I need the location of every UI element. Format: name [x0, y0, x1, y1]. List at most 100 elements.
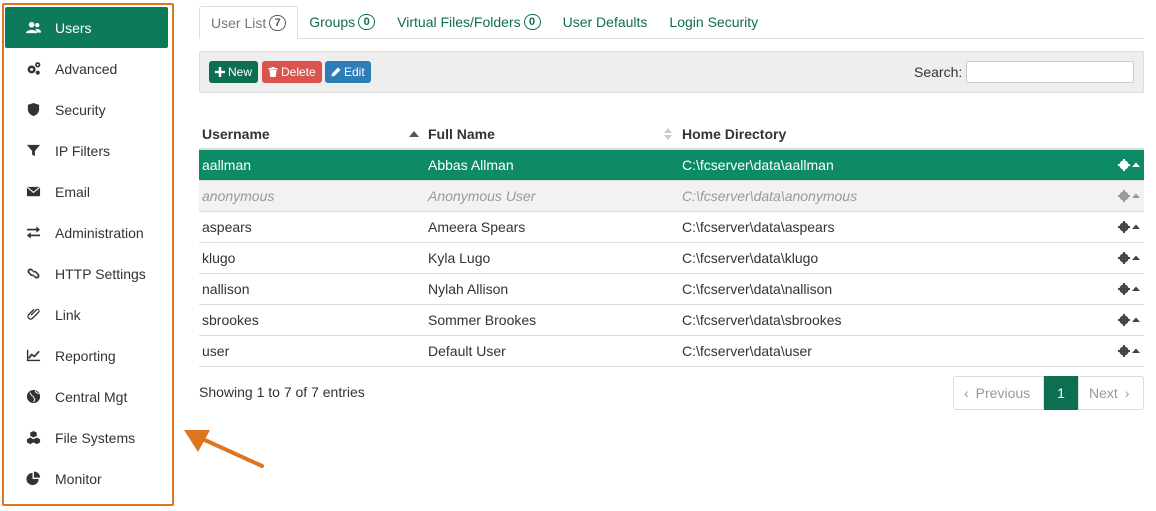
sidebar-item-email[interactable]: Email — [5, 171, 168, 212]
row-actions-menu[interactable] — [1099, 221, 1144, 233]
table-row[interactable]: aallman Abbas Allman C:\fcserver\data\aall… — [199, 150, 1144, 181]
gear-dropdown-icon — [1118, 252, 1140, 264]
column-header-username[interactable]: Username — [199, 119, 425, 148]
tab-user-defaults[interactable]: User Defaults — [552, 6, 659, 38]
next-label: Next — [1089, 385, 1118, 401]
previous-page-button[interactable]: ‹ Previous — [953, 376, 1044, 410]
column-header-label: Home Directory — [682, 125, 787, 142]
sidebar-item-label: Administration — [55, 224, 144, 241]
home-directory-cell: C:\fcserver\data\sbrookes — [682, 312, 842, 328]
link-chain-icon — [5, 266, 55, 281]
sidebar-item-central-mgt[interactable]: Central Mgt — [5, 376, 168, 417]
envelope-icon — [5, 184, 55, 199]
tab-virtual-files-folders[interactable]: Virtual Files/Folders 0 — [386, 6, 551, 38]
table-row[interactable]: user Default User C:\fcserver\data\user — [199, 336, 1144, 367]
sidebar-item-advanced[interactable]: Advanced — [5, 48, 168, 89]
pagination: ‹ Previous 1 Next › — [953, 376, 1144, 410]
plus-icon — [215, 67, 225, 77]
sidebar-item-http-settings[interactable]: HTTP Settings — [5, 253, 168, 294]
row-actions-menu[interactable] — [1099, 314, 1144, 326]
sidebar-item-monitor[interactable]: Monitor — [5, 458, 168, 499]
table-row[interactable]: sbrookes Sommer Brookes C:\fcserver\data\s… — [199, 305, 1144, 336]
search-input[interactable] — [966, 61, 1134, 83]
edit-button[interactable]: Edit — [325, 61, 371, 83]
gear-dropdown-icon — [1118, 221, 1140, 233]
home-directory-cell: C:\fcserver\data\aspears — [682, 219, 835, 235]
table-body: aallman Abbas Allman C:\fcserver\data\aall… — [199, 150, 1144, 367]
username-cell: user — [202, 343, 230, 359]
sidebar-item-administration[interactable]: Administration — [5, 212, 168, 253]
delete-button[interactable]: Delete — [262, 61, 322, 83]
home-directory-cell: C:\fcserver\data\aallman — [682, 157, 834, 173]
full-name-cell: Anonymous User — [428, 188, 536, 204]
tab-user-list[interactable]: User List 7 — [199, 6, 299, 39]
gear-dropdown-icon — [1118, 159, 1140, 171]
count-badge: 7 — [269, 14, 287, 31]
sidebar-item-link[interactable]: Link — [5, 294, 168, 335]
callout-arrow — [184, 430, 264, 468]
sidebar-item-label: Advanced — [55, 60, 118, 77]
tab-bar: User List 7 Groups 0 Virtual Files/Folde… — [199, 6, 1144, 39]
tab-login-security[interactable]: Login Security — [658, 6, 769, 38]
full-name-cell: Abbas Allman — [428, 157, 514, 173]
home-directory-cell: C:\fcserver\data\nallison — [682, 281, 833, 297]
gear-dropdown-icon — [1118, 345, 1140, 357]
home-directory-cell: C:\fcserver\data\anonymous — [682, 188, 858, 204]
edit-button-label: Edit — [344, 65, 365, 79]
table-info: Showing 1 to 7 of 7 entries — [199, 384, 365, 400]
new-button[interactable]: New — [209, 61, 259, 83]
next-page-button[interactable]: Next › — [1078, 376, 1144, 410]
tab-label: Login Security — [669, 14, 759, 30]
toolbar: New Delete Edit Search: — [199, 51, 1144, 93]
paperclip-icon — [5, 307, 55, 322]
sidebar-item-label: Email — [55, 183, 91, 200]
globe-icon — [5, 389, 55, 404]
column-header-label: Username — [202, 125, 270, 142]
username-cell: klugo — [202, 250, 236, 266]
line-chart-icon — [5, 348, 55, 363]
previous-label: Previous — [975, 385, 1031, 401]
sidebar: Users Advanced Security IP Filters Email Admi… — [5, 7, 168, 499]
row-actions-menu[interactable] — [1099, 252, 1144, 264]
page-number-button[interactable]: 1 — [1044, 376, 1078, 410]
chevron-right-icon: › — [1124, 385, 1130, 401]
table-row[interactable]: anonymous Anonymous User C:\fcserver\data\… — [199, 181, 1144, 212]
row-actions-menu[interactable] — [1099, 159, 1144, 171]
shield-icon — [5, 102, 55, 117]
tab-label: User List — [211, 14, 267, 31]
sort-ascending-icon — [409, 131, 419, 137]
column-header-home-directory[interactable]: Home Directory — [679, 119, 1099, 148]
table-row[interactable]: klugo Kyla Lugo C:\fcserver\data\klugo — [199, 243, 1144, 274]
sidebar-item-ip-filters[interactable]: IP Filters — [5, 130, 168, 171]
row-actions-menu[interactable] — [1099, 345, 1144, 357]
sidebar-item-label: Security — [55, 101, 106, 118]
table-row[interactable]: nallison Nylah Allison C:\fcserver\data\na… — [199, 274, 1144, 305]
sidebar-item-label: Users — [55, 19, 92, 36]
sidebar-item-reporting[interactable]: Reporting — [5, 335, 168, 376]
sidebar-item-users[interactable]: Users — [5, 7, 168, 48]
sidebar-item-security[interactable]: Security — [5, 89, 168, 130]
pencil-icon — [331, 67, 341, 77]
sidebar-item-file-systems[interactable]: File Systems — [5, 417, 168, 458]
sidebar-item-label: Central Mgt — [55, 388, 128, 405]
sidebar-item-label: Monitor — [55, 470, 102, 487]
trash-icon — [268, 67, 278, 77]
tab-label: Virtual Files/Folders — [397, 14, 521, 30]
tab-label: Groups — [309, 14, 356, 30]
delete-button-label: Delete — [281, 65, 316, 79]
new-button-label: New — [228, 65, 253, 79]
row-actions-menu[interactable] — [1099, 190, 1144, 202]
tab-groups[interactable]: Groups 0 — [298, 6, 386, 38]
chevron-left-icon: ‹ — [964, 385, 969, 401]
gear-dropdown-icon — [1118, 190, 1140, 202]
column-header-label: Full Name — [428, 125, 495, 142]
sidebar-item-label: HTTP Settings — [55, 265, 146, 282]
username-cell: aspears — [202, 219, 252, 235]
table-row[interactable]: aspears Ameera Spears C:\fcserver\data\asp… — [199, 212, 1144, 243]
row-actions-menu[interactable] — [1099, 283, 1144, 295]
column-header-full-name[interactable]: Full Name — [425, 119, 679, 148]
sidebar-item-label: Link — [55, 306, 81, 323]
full-name-cell: Default User — [428, 343, 506, 359]
sidebar-item-label: File Systems — [55, 429, 136, 446]
full-name-cell: Nylah Allison — [428, 281, 509, 297]
